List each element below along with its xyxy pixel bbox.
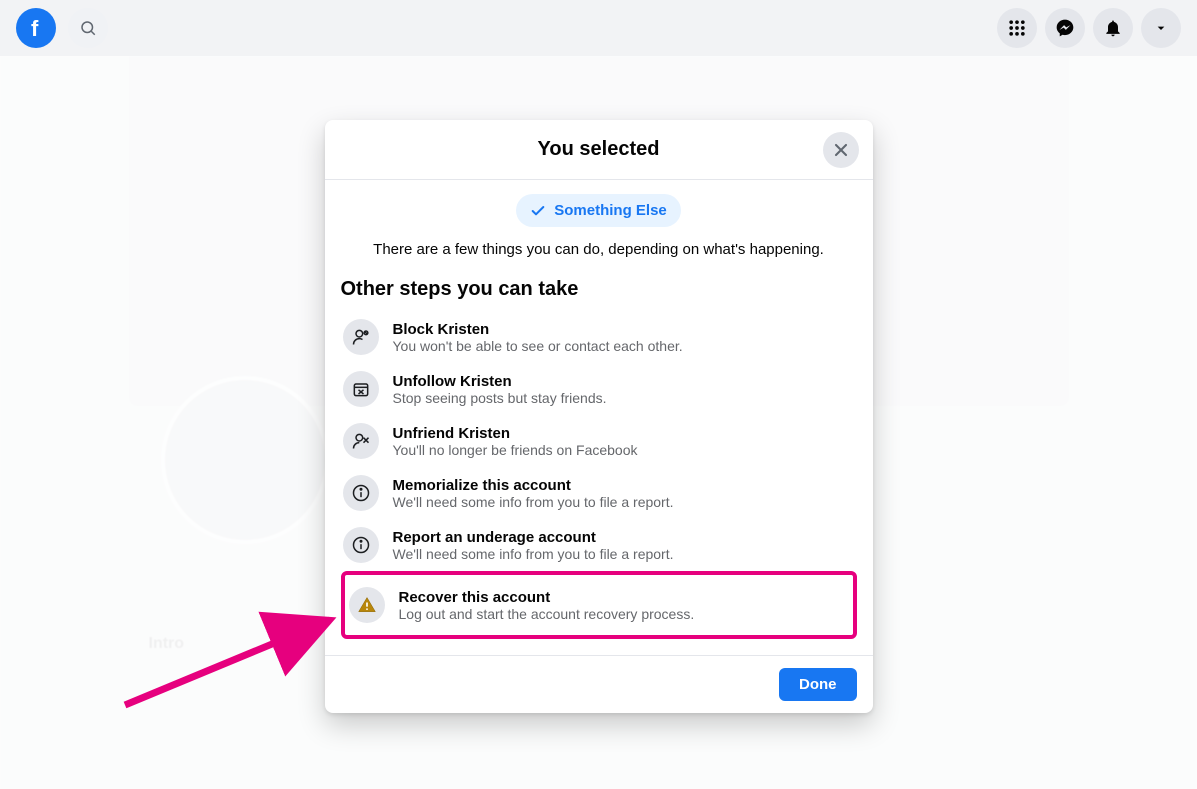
step-underage[interactable]: Report an underage account We'll need so… (341, 519, 857, 571)
search-button[interactable] (68, 8, 108, 48)
close-button[interactable] (823, 132, 859, 168)
check-icon (530, 203, 546, 219)
step-subtitle: You'll no longer be friends on Facebook (393, 442, 638, 458)
chevron-down-icon (1153, 20, 1169, 36)
step-title: Unfriend Kristen (393, 425, 638, 442)
messenger-icon (1055, 18, 1075, 38)
step-title: Block Kristen (393, 321, 683, 338)
bell-icon (1103, 18, 1123, 38)
step-title: Memorialize this account (393, 477, 674, 494)
step-unfriend[interactable]: Unfriend Kristen You'll no longer be fri… (341, 415, 857, 467)
topbar-left: f (16, 8, 108, 48)
step-subtitle: You won't be able to see or contact each… (393, 338, 683, 354)
annotation-highlight: Recover this account Log out and start t… (341, 571, 857, 639)
facebook-logo[interactable]: f (16, 8, 56, 48)
chip-label: Something Else (554, 202, 667, 219)
svg-text:f: f (31, 16, 39, 40)
close-icon (831, 140, 851, 160)
step-unfollow[interactable]: Unfollow Kristen Stop seeing posts but s… (341, 363, 857, 415)
info-icon (343, 475, 379, 511)
step-title: Report an underage account (393, 529, 674, 546)
dialog-footer: Done (325, 655, 873, 713)
done-button[interactable]: Done (779, 668, 857, 701)
messenger-button[interactable] (1045, 8, 1085, 48)
dialog-header: You selected (325, 120, 873, 180)
step-title: Unfollow Kristen (393, 373, 607, 390)
notifications-button[interactable] (1093, 8, 1133, 48)
account-menu-button[interactable] (1141, 8, 1181, 48)
section-title: Other steps you can take (341, 278, 857, 301)
dialog-description: There are a few things you can do, depen… (341, 241, 857, 258)
unfollow-icon (343, 371, 379, 407)
block-user-icon (343, 319, 379, 355)
search-icon (79, 19, 97, 37)
step-memorialize[interactable]: Memorialize this account We'll need some… (341, 467, 857, 519)
step-subtitle: Log out and start the account recovery p… (399, 606, 695, 622)
dialog-title: You selected (385, 138, 813, 161)
step-subtitle: Stop seeing posts but stay friends. (393, 390, 607, 406)
step-recover[interactable]: Recover this account Log out and start t… (347, 579, 851, 631)
step-title: Recover this account (399, 589, 695, 606)
step-subtitle: We'll need some info from you to file a … (393, 546, 674, 562)
warning-triangle-icon (349, 587, 385, 623)
top-navbar: f (0, 0, 1197, 56)
grid-icon (1007, 18, 1027, 38)
topbar-right (997, 8, 1181, 48)
info-icon (343, 527, 379, 563)
step-list: Block Kristen You won't be able to see o… (341, 311, 857, 639)
dialog-body: Something Else There are a few things yo… (325, 180, 873, 655)
menu-grid-button[interactable] (997, 8, 1037, 48)
selected-reason-chip[interactable]: Something Else (516, 194, 681, 227)
step-block[interactable]: Block Kristen You won't be able to see o… (341, 311, 857, 363)
unfriend-icon (343, 423, 379, 459)
step-subtitle: We'll need some info from you to file a … (393, 494, 674, 510)
report-dialog: You selected Something Else There are a … (325, 120, 873, 713)
